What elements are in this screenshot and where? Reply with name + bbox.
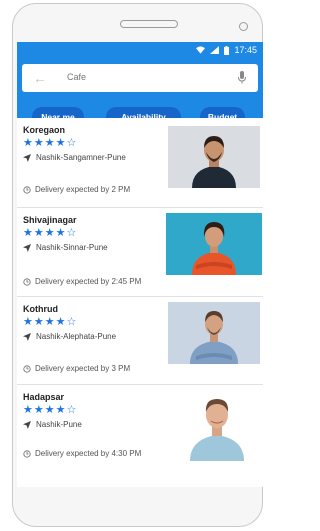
navigation-arrow-icon — [23, 420, 31, 429]
result-title: Shivajinagar — [23, 215, 77, 225]
navigation-arrow-icon — [23, 153, 31, 162]
search-input[interactable] — [67, 72, 217, 82]
microphone-icon[interactable] — [238, 71, 246, 84]
signal-icon — [210, 46, 220, 54]
star-rating: ★★★★☆ — [23, 137, 78, 149]
delivery-text: Delivery expected by 4:30 PM — [35, 449, 142, 458]
route-info: Nashik-Sangamner-Pune — [23, 153, 126, 162]
profile-photo — [166, 213, 262, 275]
star-rating: ★★★★☆ — [23, 227, 78, 239]
profile-photo — [168, 126, 260, 188]
profile-photo — [174, 387, 260, 461]
result-item[interactable]: Kothrud ★★★★☆ Nashik-Alephata-Pune Deliv… — [17, 297, 263, 385]
navigation-arrow-icon — [23, 243, 31, 252]
clock-icon — [23, 449, 31, 458]
status-bar: 17:45 — [17, 42, 263, 60]
result-item[interactable]: Hadapsar ★★★★☆ Nashik-Pune Delivery expe… — [17, 385, 263, 475]
route-info: Nashik-Sinnar-Pune — [23, 243, 108, 252]
delivery-info: Delivery expected by 3 PM — [23, 364, 130, 373]
delivery-info: Delivery expected by 2 PM — [23, 185, 130, 194]
clock-icon — [23, 364, 31, 373]
arrow-left-icon[interactable]: ← — [33, 70, 47, 86]
result-item[interactable]: Shivajinagar ★★★★☆ Nashik-Sinnar-Pune De… — [17, 208, 263, 297]
route-info: Nashik-Alephata-Pune — [23, 332, 116, 341]
route-info: Nashik-Pune — [23, 420, 82, 429]
status-time: 17:45 — [234, 45, 257, 55]
route-text: Nashik-Sinnar-Pune — [36, 243, 108, 252]
speaker-grille — [120, 20, 178, 28]
result-title: Koregaon — [23, 125, 66, 135]
profile-photo — [168, 302, 260, 364]
star-rating: ★★★★☆ — [23, 316, 78, 328]
navigation-arrow-icon — [23, 332, 31, 341]
app-screen: 17:45 ← Near me Availability Budget Kore… — [17, 42, 263, 487]
battery-icon — [224, 45, 230, 55]
delivery-info: Delivery expected by 4:30 PM — [23, 449, 141, 458]
search-bar[interactable]: ← — [22, 64, 258, 92]
result-title: Hadapsar — [23, 392, 65, 402]
delivery-text: Delivery expected by 2 PM — [35, 185, 131, 194]
clock-icon — [23, 185, 31, 194]
star-rating: ★★★★☆ — [23, 404, 78, 416]
delivery-text: Delivery expected by 3 PM — [35, 364, 131, 373]
route-text: Nashik-Sangamner-Pune — [36, 153, 126, 162]
result-title: Kothrud — [23, 304, 58, 314]
route-text: Nashik-Pune — [36, 420, 82, 429]
delivery-info: Delivery expected by 2:45 PM — [23, 277, 141, 286]
route-text: Nashik-Alephata-Pune — [36, 332, 117, 341]
delivery-text: Delivery expected by 2:45 PM — [35, 277, 142, 286]
front-camera — [239, 22, 248, 31]
wifi-icon — [196, 46, 206, 54]
result-item[interactable]: Koregaon ★★★★☆ Nashik-Sangamner-Pune Del… — [17, 118, 263, 208]
clock-icon — [23, 277, 31, 286]
